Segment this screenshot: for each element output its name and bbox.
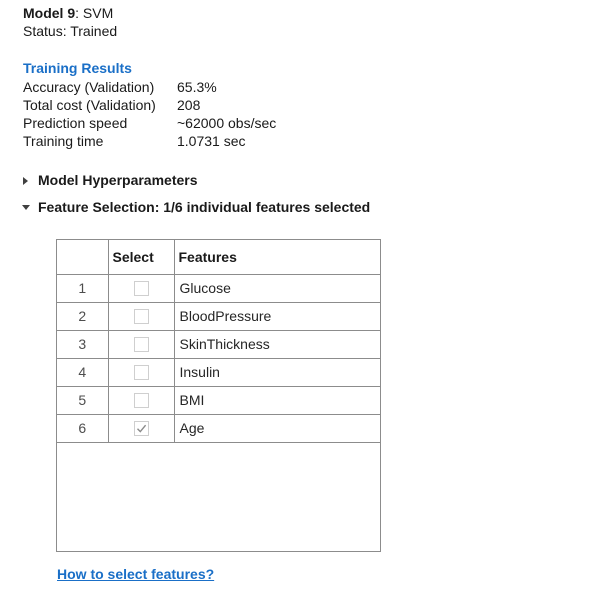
- table-row: 6 Age: [57, 414, 380, 443]
- metric-value: 65.3%: [177, 79, 217, 95]
- row-index: 3: [57, 330, 109, 359]
- metric-label: Accuracy (Validation): [23, 79, 155, 95]
- select-cell: [108, 330, 175, 359]
- table-row: 4 Insulin: [57, 358, 380, 387]
- training-results-title: Training Results: [23, 60, 132, 76]
- feature-checkbox[interactable]: [133, 309, 149, 325]
- metric-label: Total cost (Validation): [23, 97, 156, 113]
- feature-name: Insulin: [174, 358, 380, 387]
- table-row: 3 SkinThickness: [57, 330, 380, 359]
- feature-grid: Select Features 1 Glucose 2 BloodPressur…: [57, 240, 380, 443]
- metric-label: Prediction speed: [23, 115, 128, 131]
- model-type: : SVM: [75, 5, 114, 21]
- feature-checkbox[interactable]: [133, 281, 149, 297]
- row-index: 1: [57, 274, 109, 303]
- row-index-header: [57, 240, 109, 275]
- feature-checkbox[interactable]: [133, 393, 149, 409]
- select-column-header[interactable]: Select: [108, 240, 175, 275]
- metric-label: Training time: [23, 133, 104, 149]
- table-row: 2 BloodPressure: [57, 302, 380, 331]
- hyperparameters-section-label: Model Hyperparameters: [38, 172, 198, 188]
- table-row: 5 BMI: [57, 386, 380, 415]
- select-cell: [108, 358, 175, 387]
- row-index: 6: [57, 414, 109, 443]
- table-row: 1 Glucose: [57, 274, 380, 303]
- model-label: Model 9: [23, 5, 76, 21]
- training-metrics: Accuracy (Validation) 65.3% Total cost (…: [23, 78, 276, 150]
- row-index: 2: [57, 302, 109, 331]
- how-to-select-features-link[interactable]: How to select features?: [57, 566, 214, 583]
- feature-checkbox[interactable]: [133, 365, 149, 381]
- feature-selection-section-label: Feature Selection: 1/6 individual featur…: [38, 199, 371, 215]
- feature-table: Select Features 1 Glucose 2 BloodPressur…: [56, 239, 381, 552]
- metric-row: Training time 1.0731 sec: [23, 132, 276, 150]
- model-title: Model 9: SVM: [23, 5, 113, 22]
- feature-name: BMI: [174, 386, 380, 415]
- table-header-row: Select Features: [57, 240, 380, 275]
- metric-row: Total cost (Validation) 208: [23, 96, 276, 114]
- model-status: Status: Trained: [23, 23, 118, 39]
- expanded-arrow-icon: [22, 205, 30, 210]
- feature-name: Age: [174, 414, 380, 443]
- collapsed-arrow-icon: [23, 176, 28, 185]
- select-cell: [108, 302, 175, 331]
- metric-value: 208: [177, 97, 201, 113]
- features-column-header[interactable]: Features: [174, 240, 380, 275]
- checkmark-icon: [136, 425, 146, 434]
- feature-checkbox[interactable]: [133, 337, 149, 353]
- row-index: 5: [57, 386, 109, 415]
- row-index: 4: [57, 358, 109, 387]
- metric-row: Prediction speed ~62000 obs/sec: [23, 114, 276, 132]
- feature-name: Glucose: [174, 274, 380, 303]
- select-cell: [108, 386, 175, 415]
- feature-selection-section-toggle[interactable]: Feature Selection: 1/6 individual featur…: [22, 199, 370, 216]
- feature-checkbox-checked[interactable]: [133, 421, 149, 437]
- feature-name: BloodPressure: [174, 302, 380, 331]
- metric-value: 1.0731 sec: [177, 133, 246, 149]
- select-cell: [108, 274, 175, 303]
- feature-name: SkinThickness: [174, 330, 380, 359]
- metric-row: Accuracy (Validation) 65.3%: [23, 78, 276, 96]
- metric-value: ~62000 obs/sec: [177, 115, 277, 131]
- hyperparameters-section-toggle[interactable]: Model Hyperparameters: [22, 172, 198, 189]
- select-cell: [108, 414, 175, 443]
